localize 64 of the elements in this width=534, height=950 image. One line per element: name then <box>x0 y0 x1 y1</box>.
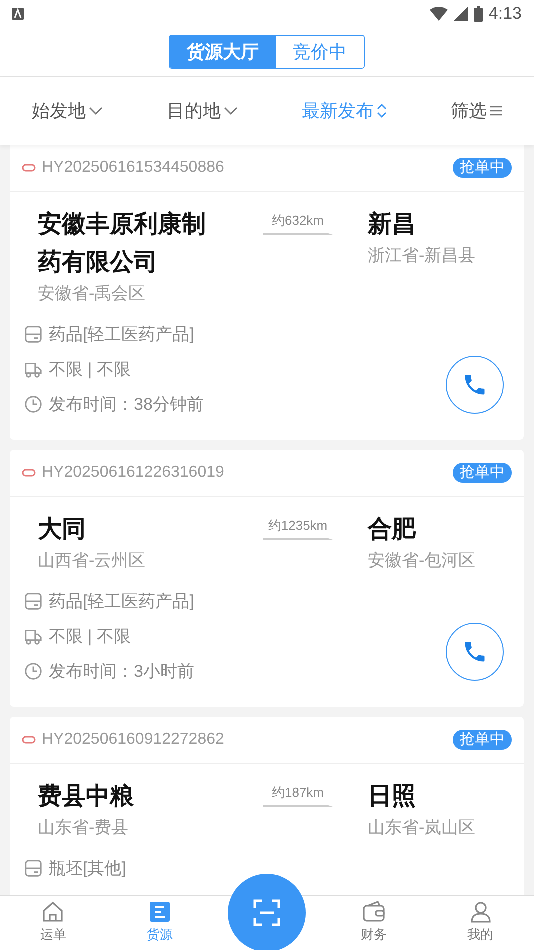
distance-label: 约632km <box>272 212 324 230</box>
destination-name: 合肥 <box>368 515 418 545</box>
nav-tab[interactable]: 运单 <box>0 896 107 950</box>
clock-icon <box>24 395 43 414</box>
truck-icon <box>24 627 43 646</box>
scan-icon <box>252 899 281 927</box>
clock-icon <box>24 662 43 681</box>
distance-label: 约187km <box>272 784 324 802</box>
filter-tab[interactable]: 始发地 <box>32 99 103 123</box>
user-icon <box>468 900 493 924</box>
box-icon <box>24 592 43 611</box>
cargo-card[interactable]: HY202506161534450886 抢单中 安徽丰原利康制药有限公司 安徽省-禹会区 约632km 新昌 浙江省-新昌县 药品[轻工医药产品] 不限 | 不限 发布时间：38分钟前 <box>10 145 524 440</box>
tag-icon <box>22 736 36 744</box>
clock-time: 4:13 <box>488 4 522 24</box>
box-icon <box>24 859 43 878</box>
cargo-card[interactable]: HY202506160912272862 抢单中 费县中粮 山东省-费县 约187km 日照 山东省-岚山区 瓶坯[其他] <box>10 717 524 895</box>
menu-icon <box>490 106 502 116</box>
filter-tab[interactable]: 最新发布 <box>302 99 387 123</box>
order-number: HY202506160912272862 <box>42 731 226 749</box>
cargo-card[interactable]: HY202506161226316019 抢单中 大同 山西省-云州区 约1235km 合肥 安徽省-包河区 药品[轻工医药产品] 不限 | 不限 发布时间：3小时前 <box>10 450 524 707</box>
chevron-down-icon <box>224 107 238 115</box>
segment-tab[interactable]: 货源大厅 <box>170 36 276 68</box>
detail-text: 发布时间：3小时前 <box>49 661 194 683</box>
distance-label: 约1235km <box>268 517 328 535</box>
list-icon <box>148 900 172 924</box>
destination-name: 日照 <box>368 782 417 812</box>
box-icon <box>24 325 43 344</box>
detail-text: 药品[轻工医药产品] <box>49 324 194 346</box>
detail-text: 瓶坯[其他] <box>49 858 126 880</box>
origin-name: 费县中粮 <box>38 782 135 812</box>
origin-name: 大同 <box>38 515 87 545</box>
order-number: HY202506161534450886 <box>42 159 226 177</box>
truck-icon <box>24 360 43 379</box>
origin-name: 安徽丰原利康制药有限公司 <box>38 210 207 278</box>
detail-text: 不限 | 不限 <box>49 359 131 381</box>
destination-area: 浙江省-新昌县 <box>368 244 504 267</box>
origin-area: 山东省-费县 <box>38 816 228 839</box>
origin-area: 山西省-云州区 <box>38 549 228 572</box>
nav-tab[interactable]: 我的 <box>427 896 534 950</box>
battery-icon <box>474 6 483 22</box>
tag-icon <box>22 164 36 172</box>
signal-icon <box>454 7 468 21</box>
detail-text: 药品[轻工医药产品] <box>49 591 194 613</box>
destination-area: 山东省-岚山区 <box>368 816 504 839</box>
filter-tab[interactable]: 筛选 <box>451 99 502 123</box>
nav-tab[interactable]: 财务 <box>320 896 428 950</box>
status-badge: 抢单中 <box>453 158 512 178</box>
tag-icon <box>22 469 36 477</box>
nav-tab[interactable]: 货源 <box>106 896 214 950</box>
status-badge: 抢单中 <box>453 730 512 750</box>
wallet-icon <box>362 900 386 924</box>
app-notification-icon <box>12 8 24 20</box>
detail-text: 不限 | 不限 <box>49 626 131 648</box>
filter-tab[interactable]: 目的地 <box>167 99 238 123</box>
home-icon <box>41 900 66 924</box>
sort-icon <box>377 103 387 119</box>
chevron-down-icon <box>89 107 103 115</box>
destination-name: 新昌 <box>368 210 417 240</box>
origin-area: 安徽省-禹会区 <box>38 282 228 305</box>
detail-text: 发布时间：38分钟前 <box>49 394 204 416</box>
status-badge: 抢单中 <box>453 463 512 483</box>
wifi-icon <box>430 7 448 21</box>
destination-area: 安徽省-包河区 <box>368 549 504 572</box>
order-number: HY202506161226316019 <box>42 464 226 482</box>
